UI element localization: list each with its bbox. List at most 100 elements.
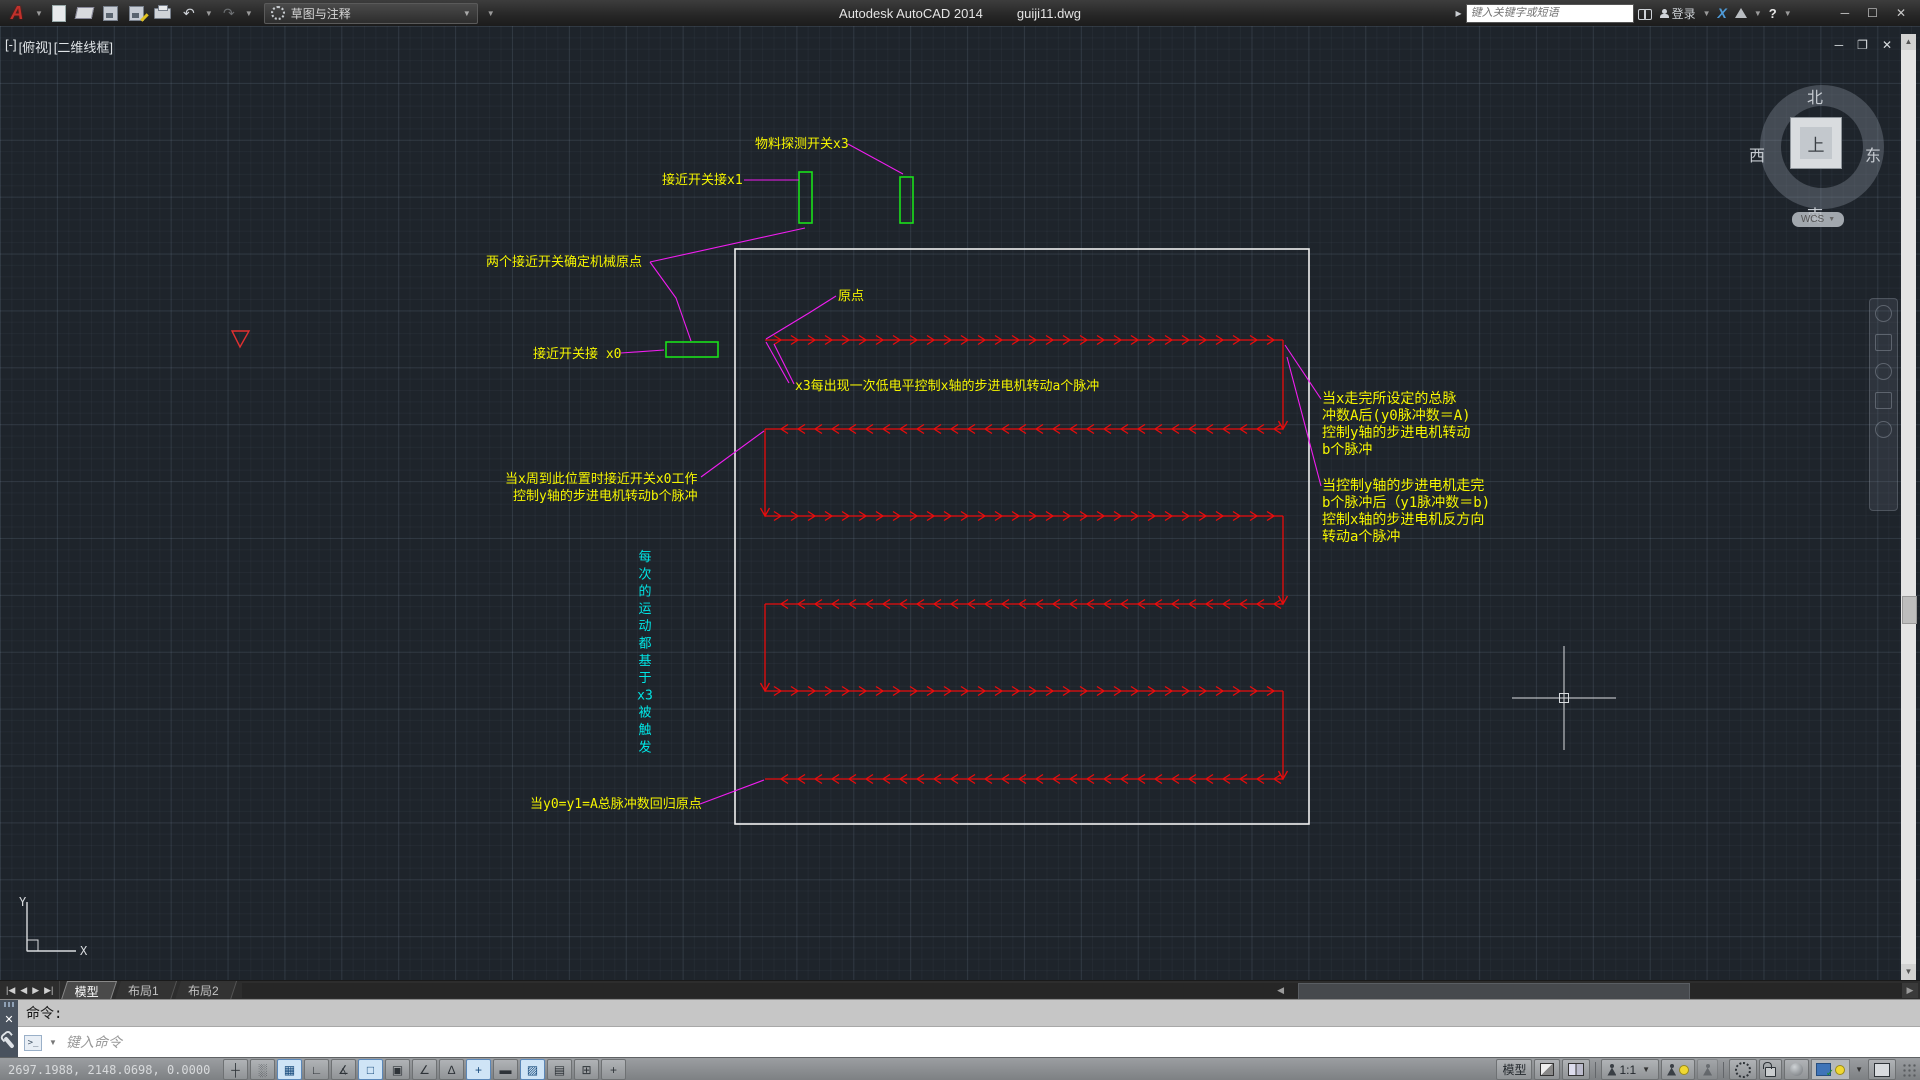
first-tab-button[interactable]: |◀ bbox=[6, 985, 15, 996]
vertical-scrollbar[interactable]: ▲ ▼ bbox=[1901, 34, 1916, 980]
search-expand-arrow[interactable]: ▸ bbox=[1456, 6, 1462, 20]
viewport-style-control[interactable]: [二维线框] bbox=[54, 37, 113, 56]
sign-in-dropdown-caret[interactable]: ▼ bbox=[1703, 9, 1711, 18]
navigation-bar[interactable] bbox=[1869, 298, 1898, 511]
logo-dropdown-caret[interactable]: ▼ bbox=[35, 9, 43, 18]
app-maximize-button[interactable]: ☐ bbox=[1867, 6, 1878, 20]
annotation-auto-scale-button[interactable] bbox=[1697, 1059, 1718, 1080]
toggle-show-transparency[interactable]: ▨ bbox=[520, 1059, 545, 1080]
toggle-grid-display[interactable]: ▦ bbox=[277, 1059, 302, 1080]
showmotion-icon[interactable] bbox=[1875, 421, 1892, 438]
annotation-visibility-button[interactable] bbox=[1661, 1059, 1695, 1080]
toggle-3d-object-snap[interactable]: ▣ bbox=[385, 1059, 410, 1080]
recent-commands-caret[interactable]: ▼ bbox=[49, 1038, 57, 1047]
model-space-button[interactable]: 模型 bbox=[1496, 1059, 1532, 1080]
document-title: guiji11.dwg bbox=[1017, 6, 1081, 21]
scroll-up-arrow[interactable]: ▲ bbox=[1901, 34, 1916, 50]
drawing-canvas[interactable]: [-] [俯视] [二维线框] ─ ❐ ✕ 北 南 西 东 上 WCS▼ bbox=[0, 26, 1920, 980]
scroll-right-arrow[interactable]: ▶ bbox=[1902, 983, 1918, 998]
undo-dropdown-caret[interactable]: ▼ bbox=[205, 9, 213, 18]
prev-tab-button[interactable]: ◀ bbox=[20, 985, 27, 996]
viewcube-north[interactable]: 北 bbox=[1807, 84, 1823, 108]
toggle-show-lineweight[interactable]: ▬ bbox=[493, 1059, 518, 1080]
annotation-scale-button[interactable]: 1:1 ▼ bbox=[1601, 1059, 1659, 1080]
clean-screen-icon bbox=[1874, 1063, 1890, 1077]
search-input[interactable] bbox=[1466, 4, 1634, 23]
next-tab-button[interactable]: ▶ bbox=[32, 985, 39, 996]
viewcube-west[interactable]: 西 bbox=[1749, 142, 1765, 166]
tray-dropdown-caret[interactable]: ▼ bbox=[1855, 1065, 1863, 1074]
redo-dropdown-caret[interactable]: ▼ bbox=[245, 9, 253, 18]
vertical-scrollbar-thumb[interactable] bbox=[1902, 596, 1917, 624]
tab-model[interactable]: 模型 bbox=[61, 981, 117, 1000]
orbit-icon[interactable] bbox=[1875, 392, 1892, 409]
tray-drawing-icon[interactable] bbox=[1816, 1063, 1831, 1076]
drag-handle[interactable] bbox=[4, 1002, 14, 1007]
zoom-icon[interactable] bbox=[1875, 363, 1892, 380]
annotation-person-icon bbox=[1607, 1064, 1616, 1076]
save-as-button[interactable] bbox=[125, 2, 149, 24]
undo-button[interactable]: ↶ bbox=[177, 2, 201, 24]
last-tab-button[interactable]: ▶| bbox=[44, 985, 53, 996]
search-icon[interactable] bbox=[1638, 9, 1652, 18]
exchange-apps-button[interactable]: X bbox=[1718, 5, 1727, 21]
plot-button[interactable] bbox=[151, 2, 175, 24]
toggle-annotation-monitor[interactable]: + bbox=[601, 1059, 626, 1080]
horizontal-scrollbar[interactable]: ◀ ▶ bbox=[242, 983, 1918, 998]
drawing-restore-button[interactable]: ❐ bbox=[1857, 38, 1868, 52]
save-button[interactable] bbox=[99, 2, 123, 24]
toggle-ortho-mode[interactable]: ∟ bbox=[304, 1059, 329, 1080]
app-close-button[interactable]: ✕ bbox=[1896, 6, 1906, 20]
autodesk360-dropdown-caret[interactable]: ▼ bbox=[1754, 9, 1762, 18]
viewcube-cube[interactable]: 上 bbox=[1790, 117, 1842, 169]
help-dropdown-caret[interactable]: ▼ bbox=[1784, 9, 1792, 18]
viewport-minimize-control[interactable]: [-] bbox=[5, 37, 17, 56]
title-bar: A ▼ ↶ ▼ ↷ ▼ 草图与注释 ▼ ▼ Autodesk AutoCAD 2… bbox=[0, 0, 1920, 26]
horizontal-scrollbar-thumb[interactable] bbox=[1298, 983, 1691, 1000]
viewport-view-control[interactable]: [俯视] bbox=[19, 37, 52, 56]
clean-screen-button[interactable] bbox=[1868, 1059, 1896, 1080]
new-file-button[interactable] bbox=[47, 2, 71, 24]
steering-wheel-icon[interactable] bbox=[1875, 305, 1892, 322]
drawing-minimize-button[interactable]: ─ bbox=[1835, 38, 1844, 52]
viewcube-east[interactable]: 东 bbox=[1865, 142, 1881, 166]
scroll-down-arrow[interactable]: ▼ bbox=[1901, 964, 1916, 980]
open-folder-icon bbox=[75, 7, 95, 19]
quick-view-layouts-button[interactable] bbox=[1562, 1059, 1590, 1080]
toggle-dynamic-input[interactable]: + bbox=[466, 1059, 491, 1080]
viewcube-top-face[interactable]: 上 bbox=[1800, 127, 1832, 159]
command-close-icon[interactable]: ✕ bbox=[4, 1013, 13, 1026]
command-input[interactable] bbox=[64, 1034, 1920, 1052]
toolbar-lock-button[interactable] bbox=[1759, 1059, 1782, 1080]
wrench-icon[interactable] bbox=[3, 1036, 14, 1049]
autodesk360-button[interactable] bbox=[1735, 8, 1747, 18]
viewcube[interactable]: 北 南 西 东 上 WCS▼ bbox=[1752, 72, 1892, 272]
isolate-objects-button[interactable] bbox=[1784, 1059, 1809, 1080]
tray-lightbulb-icon[interactable] bbox=[1835, 1065, 1845, 1075]
toggle-object-snap-tracking[interactable]: ∠ bbox=[412, 1059, 437, 1080]
drawing-close-button[interactable]: ✕ bbox=[1882, 38, 1892, 52]
toggle-object-snap[interactable]: □ bbox=[358, 1059, 383, 1080]
layout-button[interactable] bbox=[1534, 1059, 1560, 1080]
scroll-left-arrow[interactable]: ◀ bbox=[1273, 983, 1289, 998]
open-file-button[interactable] bbox=[73, 2, 97, 24]
help-button[interactable]: ? bbox=[1769, 6, 1777, 21]
annotation-visibility-icon bbox=[1667, 1064, 1676, 1076]
app-minimize-button[interactable]: ─ bbox=[1841, 6, 1850, 20]
qat-overflow-button[interactable]: ▼ bbox=[479, 2, 503, 24]
pan-icon[interactable] bbox=[1875, 334, 1892, 351]
toggle-snap-mode[interactable]: ░ bbox=[250, 1059, 275, 1080]
tab-layout2[interactable]: 布局2 bbox=[175, 981, 237, 1000]
tab-layout1[interactable]: 布局1 bbox=[115, 981, 177, 1000]
toggle-quick-properties[interactable]: ▤ bbox=[547, 1059, 572, 1080]
workspace-switch-button[interactable] bbox=[1729, 1059, 1757, 1080]
toggle-polar-tracking[interactable]: ∡ bbox=[331, 1059, 356, 1080]
redo-button[interactable]: ↷ bbox=[217, 2, 241, 24]
toggle-dynamic-ucs[interactable]: ∆ bbox=[439, 1059, 464, 1080]
wcs-dropdown[interactable]: WCS▼ bbox=[1792, 212, 1844, 227]
sign-in-button[interactable]: 登录 bbox=[1660, 5, 1696, 22]
toggle-selection-cycling[interactable]: ⊞ bbox=[574, 1059, 599, 1080]
workspace-dropdown[interactable]: 草图与注释 ▼ bbox=[264, 3, 478, 24]
toggle-infer-constraints[interactable]: ┼ bbox=[223, 1059, 248, 1080]
autocad-logo-button[interactable]: A bbox=[2, 1, 32, 25]
